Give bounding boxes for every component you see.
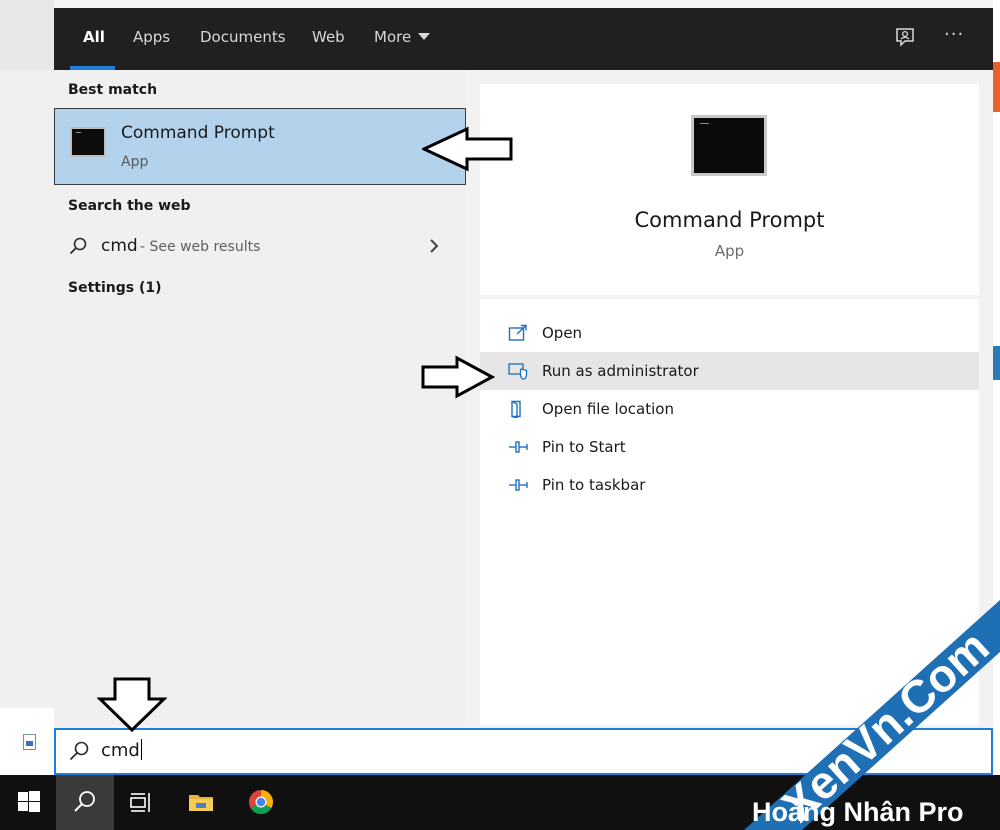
results-pane: Best match Command Prompt App Search the…: [54, 70, 466, 725]
preview-title: Command Prompt: [634, 208, 825, 232]
action-open[interactable]: Open: [480, 314, 979, 352]
background-accent-orange: [993, 62, 1000, 112]
background-accent-blue: [993, 346, 1000, 380]
shield-icon: [508, 363, 528, 380]
caret-down-icon: [418, 33, 431, 40]
tab-web[interactable]: Web: [312, 28, 345, 46]
start-button[interactable]: [0, 775, 58, 830]
chevron-right-icon[interactable]: [428, 238, 440, 254]
app-preview: Command Prompt App: [480, 84, 979, 295]
file-explorer-button[interactable]: [172, 775, 230, 830]
tab-more[interactable]: More: [374, 28, 431, 46]
action-pin-to-start[interactable]: Pin to Start: [480, 428, 979, 466]
tab-all[interactable]: All: [83, 28, 105, 46]
background-window-left: [0, 0, 54, 775]
command-prompt-large-icon: [691, 115, 767, 176]
background-window-header: [0, 0, 54, 70]
start-search-panel: All Apps Documents Web More ··· Best mat…: [54, 8, 993, 775]
task-view-icon: [130, 793, 150, 812]
search-box[interactable]: cmd: [54, 728, 993, 775]
search-web-heading: Search the web: [68, 198, 191, 214]
web-query-text: cmd: [101, 236, 138, 256]
search-icon: [69, 741, 89, 761]
action-pin-to-start-label: Pin to Start: [542, 438, 626, 456]
action-pin-to-taskbar-label: Pin to taskbar: [542, 476, 646, 494]
annotation-arrow-right: [421, 355, 495, 399]
annotation-arrow-down: [97, 677, 167, 733]
search-input-value: cmd: [101, 740, 140, 761]
action-open-file-location-label: Open file location: [542, 400, 674, 418]
pin-icon: [509, 479, 528, 491]
action-open-label: Open: [542, 324, 583, 342]
background-window-right: [993, 0, 1000, 775]
search-filter-bar: All Apps Documents Web More ···: [54, 8, 993, 70]
open-window-icon: [508, 324, 527, 341]
file-explorer-icon: [189, 795, 213, 811]
settings-heading[interactable]: Settings (1): [68, 280, 162, 296]
preview-subtitle: App: [714, 242, 745, 260]
tab-more-label: More: [374, 28, 412, 46]
tab-documents[interactable]: Documents: [200, 28, 286, 46]
action-open-file-location[interactable]: Open file location: [480, 390, 979, 428]
best-match-subtitle: App: [121, 154, 149, 170]
windows-start-icon: [18, 791, 40, 812]
task-view-button[interactable]: [112, 775, 170, 830]
action-run-as-administrator[interactable]: Run as administrator: [480, 352, 979, 390]
watermark-footer: Hoàng Nhân Pro: [752, 797, 964, 827]
web-search-result[interactable]: cmd - See web results: [54, 232, 466, 262]
app-actions-list: Open Run as administrator Open file loca…: [480, 299, 979, 725]
best-match-heading: Best match: [68, 82, 158, 98]
text-cursor: [140, 739, 142, 760]
annotation-arrow-left: [422, 126, 513, 172]
more-options-icon[interactable]: ···: [944, 24, 964, 45]
chrome-button[interactable]: [232, 775, 290, 830]
web-results-hint: - See web results: [140, 239, 261, 255]
tab-apps[interactable]: Apps: [133, 28, 170, 46]
action-run-as-administrator-label: Run as administrator: [542, 362, 699, 380]
pin-icon: [509, 441, 528, 453]
taskbar-search-button[interactable]: [56, 775, 114, 830]
feedback-icon[interactable]: [893, 26, 917, 50]
chrome-icon: [249, 790, 273, 815]
search-icon: [74, 791, 95, 812]
action-pin-to-taskbar[interactable]: Pin to taskbar: [480, 466, 979, 504]
folder-location-icon: [511, 400, 521, 418]
command-prompt-icon: [70, 127, 106, 157]
best-match-result[interactable]: Command Prompt App: [54, 108, 466, 185]
search-icon: [69, 237, 87, 255]
best-match-title: Command Prompt: [121, 123, 275, 143]
file-icon[interactable]: [23, 734, 36, 750]
search-input[interactable]: cmd: [101, 739, 142, 761]
